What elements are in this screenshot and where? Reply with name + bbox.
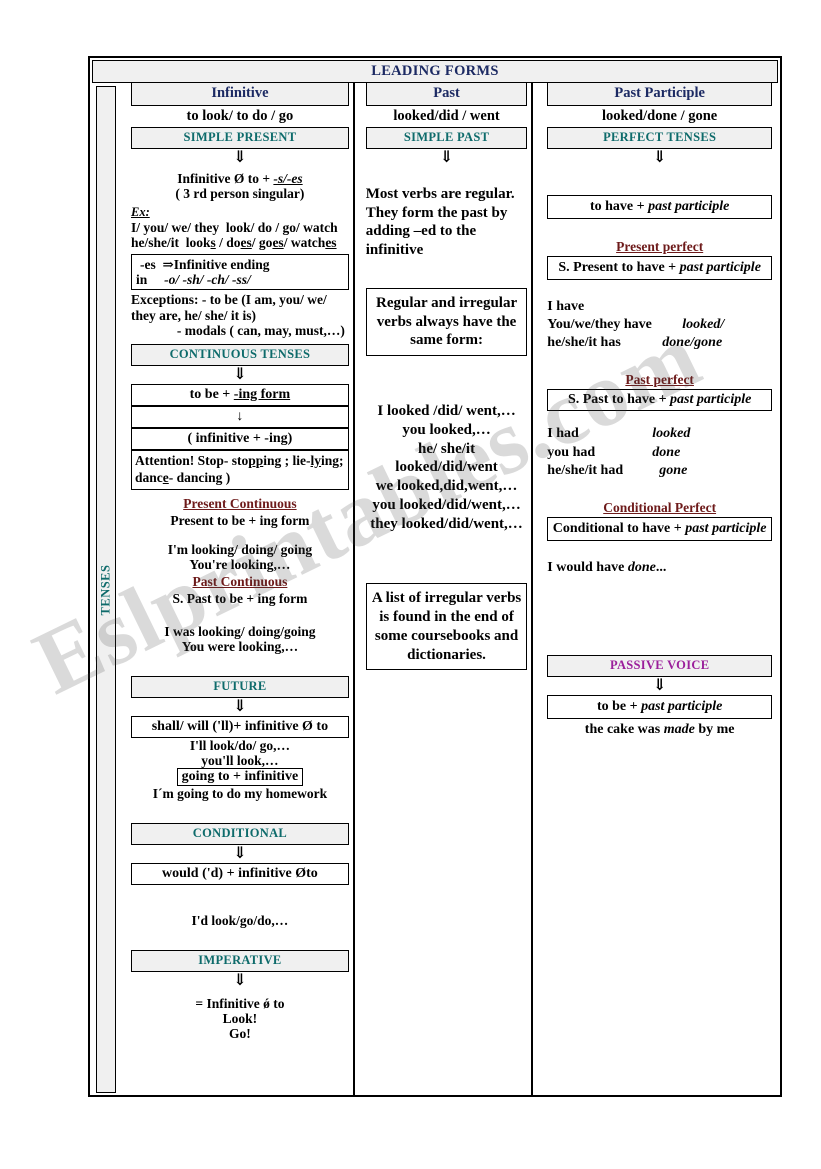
passive-rule-box: to be + past participle (547, 694, 773, 719)
arrow-down-icon-conditional: ⇓ (233, 845, 247, 863)
past-paradigm-row: you looked/did/went,… (372, 496, 521, 513)
present-perfect-formula-box: S. Present to have + past participle (547, 255, 773, 280)
simple-present-rule-note: ( 3 rd person singular) (175, 185, 305, 201)
infinitive-header: Infinitive (131, 82, 349, 106)
same-form-box: Regular and irregular verbs always have … (365, 287, 528, 357)
section-simple-past: SIMPLE PAST (365, 127, 528, 149)
pp-value: done/gone (662, 335, 723, 351)
past-continuous-example-1: I was looking/ doing/going (164, 624, 316, 640)
future-example-1: I'll look/do/ go,… (189, 738, 290, 754)
page-title: LEADING FORMS (371, 63, 499, 79)
past-continuous-formula: S. Past to be + ing form (172, 590, 308, 606)
exceptions-line-1: Exceptions: - to be (I am, you/ we/ they… (131, 292, 327, 323)
irregular-verbs-box: A list of irregular verbs is found in th… (365, 583, 528, 671)
column-past: Past looked/did / went SIMPLE PAST ⇓ Mos… (362, 82, 532, 1096)
tenses-spine-label: TENSES (98, 564, 113, 615)
section-imperative: IMPERATIVE (131, 950, 349, 973)
past-participle-forms: looked/done / gone (602, 108, 718, 124)
column-past-participle: Past Participle looked/done / gone PERFE… (540, 82, 778, 1096)
pp-subject: he/she/it had (547, 462, 624, 478)
present-continuous-example-2: You're looking,… (189, 556, 291, 572)
arrow-down-icon-passive: ⇓ (652, 677, 667, 695)
section-conditional: CONDITIONAL (131, 823, 349, 846)
past-continuous-label: Past Continuous (192, 573, 288, 589)
conditional-rule-box: would ('d) + infinitive Øto (131, 863, 349, 886)
past-note: Most verbs are regular. They form the pa… (365, 185, 515, 259)
arrow-down-small-icon: ↓ (236, 408, 244, 424)
continuous-rule2-box: ( infinitive + -ing) (131, 427, 349, 450)
past-forms: looked/did / went (393, 108, 500, 124)
past-paradigm-row: we looked,did,went,… (375, 478, 518, 495)
conditional-example-1: I'd look/go/do,… (191, 913, 289, 929)
arrow-down-icon-perfect: ⇓ (652, 149, 667, 166)
section-passive-voice: PASSIVE VOICE (547, 655, 773, 678)
past-paradigm-row: he/ she/it looked/did/went (395, 440, 498, 476)
pp-value: looked/ (682, 316, 725, 332)
section-future: FUTURE (131, 676, 349, 699)
past-perfect-formula-box: S. Past to have + past participle (547, 389, 773, 412)
simple-present-example-1: I/ you/ we/ they look/ do / go/ watch (131, 220, 338, 236)
section-simple-present: SIMPLE PRESENT (131, 127, 349, 149)
document-title-bar: LEADING FORMS (92, 60, 778, 83)
pp-value: done (652, 444, 681, 460)
es-ending-box: -es ⇒Infinitive ending in -o/ -sh/ -ch/ … (131, 254, 349, 291)
exceptions-line-2: - modals ( can, may, must,…) (176, 322, 345, 338)
es-ending-line-2: in -o/ -sh/ -ch/ -ss/ (136, 272, 251, 288)
es-ending-line-1: -es ⇒Infinitive ending (140, 257, 270, 273)
section-continuous-tenses: CONTINUOUS TENSES (131, 343, 349, 366)
arrow-down-icon-past: ⇓ (439, 149, 454, 166)
present-continuous-formula: Present to be + ing form (170, 512, 310, 528)
arrow-down-icon-future: ⇓ (233, 698, 247, 716)
arrow-down-icon-continuous: ⇓ (233, 365, 247, 383)
pp-subject: I had (547, 426, 579, 442)
column-infinitive: Infinitive to look/ to do / go SIMPLE PR… (120, 82, 353, 1096)
pp-value: gone (659, 462, 688, 478)
present-continuous-label: Present Continuous (183, 495, 297, 511)
imperative-example-2: Go! (229, 1026, 251, 1042)
column-divider-2 (531, 82, 540, 1096)
arrow-down-icon: ⇓ (233, 149, 247, 166)
tenses-spine: TENSES (96, 86, 116, 1093)
past-paradigm-row: I looked /did/ went,… (377, 403, 516, 420)
simple-present-example-2: he/she/it looks / does/ goes/ watches (131, 235, 337, 251)
past-perfect-paradigm: I had looked you had done he/she/it had gon… (547, 425, 772, 480)
columns-container: Infinitive to look/ to do / go SIMPLE PR… (120, 82, 778, 1096)
example-label: Ex: (131, 205, 150, 220)
future-rule-box: shall/ will ('ll)+ infinitive Ø to (131, 716, 349, 739)
going-to-rule-box: going to + infinitive (176, 768, 304, 787)
conditional-perfect-label: Conditional Perfect (603, 499, 717, 515)
past-header: Past (365, 82, 528, 106)
arrow-down-icon-imperative: ⇓ (233, 972, 247, 990)
passive-example: the cake was made by me (584, 721, 735, 737)
simple-present-rule: Infinitive Ø to + -s/-es (177, 170, 303, 186)
past-perfect-label: Past perfect (625, 372, 694, 388)
pp-subject: he/she/it has (547, 335, 621, 351)
pp-subject: You/we/they have (547, 316, 652, 332)
infinitive-forms: to look/ to do / go (186, 108, 294, 124)
pp-value: looked (652, 426, 691, 442)
column-divider-1 (352, 82, 362, 1096)
conditional-perfect-example: I would have done... (547, 559, 667, 575)
imperative-example-1: Look! (222, 1011, 258, 1027)
past-participle-header: Past Participle (547, 82, 773, 106)
pp-subject: you had (547, 444, 596, 460)
past-paradigm-row: you looked,… (402, 421, 491, 438)
section-perfect-tenses: PERFECT TENSES (547, 127, 773, 149)
future-example-2: you'll look,… (201, 753, 279, 769)
imperative-rule: = Infinitive ǿ to (195, 996, 285, 1012)
continuous-rule-box: to be + -ing form (131, 383, 349, 406)
continuous-down-arrow-box: ↓ (131, 405, 349, 428)
continuous-attention-box: Attention! Stop- stopping ; lie-lying; d… (131, 449, 349, 490)
continuous-attention-text: Attention! Stop- stopping ; lie-lying; d… (135, 452, 344, 485)
present-perfect-paradigm: I have You/we/they have looked/ he/she/it… (547, 298, 772, 353)
future-example-3: I´m going to do my homework (152, 786, 328, 802)
perfect-rule-box: to have + past participle (547, 194, 773, 219)
present-perfect-label: Present perfect (616, 238, 704, 254)
pp-subject: I have (547, 298, 585, 314)
past-paradigm-row: they looked/did/went,… (370, 515, 523, 532)
conditional-perfect-formula-box: Conditional to have + past participle (547, 516, 773, 541)
past-continuous-example-2: You were looking,… (181, 639, 299, 655)
present-continuous-example-1: I'm looking/ doing/ going (167, 541, 313, 557)
worksheet-page: LEADING FORMS TENSES Infinitive to look/… (0, 0, 821, 1169)
